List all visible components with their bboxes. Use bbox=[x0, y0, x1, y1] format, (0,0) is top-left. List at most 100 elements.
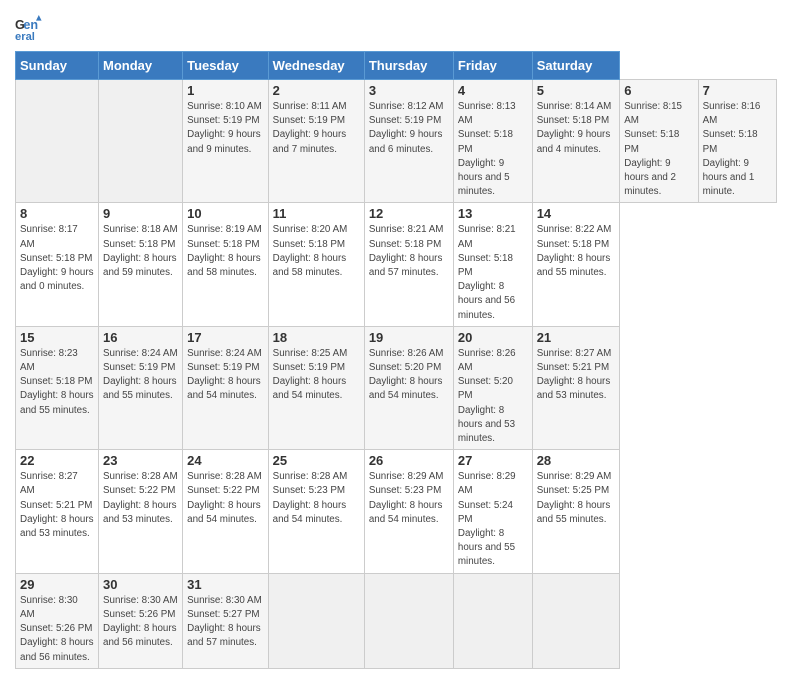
day-number: 18 bbox=[273, 330, 360, 345]
calendar-day-cell bbox=[268, 573, 364, 668]
calendar-day-cell: 29Sunrise: 8:30 AMSunset: 5:26 PMDayligh… bbox=[16, 573, 99, 668]
calendar-day-cell: 10 Sunrise: 8:19 AMSunset: 5:18 PMDayligh… bbox=[183, 203, 269, 326]
day-info: Sunrise: 8:11 AMSunset: 5:19 PMDaylight:… bbox=[273, 101, 347, 155]
day-number: 23 bbox=[103, 453, 178, 468]
day-info: Sunrise: 8:30 AMSunset: 5:26 PMDaylight:… bbox=[103, 595, 178, 649]
calendar-day-cell: 16 Sunrise: 8:24 AMSunset: 5:19 PMDayligh… bbox=[99, 326, 183, 449]
day-number: 29 bbox=[20, 577, 94, 592]
day-info: Sunrise: 8:15 AMSunset: 5:18 PMDaylight:… bbox=[624, 101, 682, 197]
calendar-day-cell: 19Sunrise: 8:26 AMSunset: 5:20 PMDayligh… bbox=[364, 326, 453, 449]
calendar-weekday-header: Saturday bbox=[532, 52, 620, 80]
day-info: Sunrise: 8:27 AMSunset: 5:21 PMDaylight:… bbox=[20, 471, 94, 539]
calendar-day-cell: 23 Sunrise: 8:28 AMSunset: 5:22 PMDayligh… bbox=[99, 450, 183, 573]
day-info: Sunrise: 8:16 AMSunset: 5:18 PMDaylight:… bbox=[703, 101, 761, 197]
day-number: 25 bbox=[273, 453, 360, 468]
calendar-weekday-header: Monday bbox=[99, 52, 183, 80]
day-info: Sunrise: 8:24 AMSunset: 5:19 PMDaylight:… bbox=[103, 348, 178, 402]
calendar-week-row: 1 Sunrise: 8:10 AMSunset: 5:19 PMDaylight… bbox=[16, 80, 777, 203]
calendar-weekday-header: Sunday bbox=[16, 52, 99, 80]
day-number: 24 bbox=[187, 453, 264, 468]
day-number: 5 bbox=[537, 83, 616, 98]
calendar-week-row: 29 Sunrise: 8:30 AMSunset: 5:26 PMDayligh… bbox=[16, 573, 777, 668]
calendar-day-cell: 15Sunrise: 8:23 AMSunset: 5:18 PMDayligh… bbox=[16, 326, 99, 449]
day-info: Sunrise: 8:13 AMSunset: 5:18 PMDaylight:… bbox=[458, 101, 516, 197]
day-info: Sunrise: 8:29 AMSunset: 5:23 PMDaylight:… bbox=[369, 471, 444, 525]
calendar-day-cell: 6 Sunrise: 8:15 AMSunset: 5:18 PMDaylight… bbox=[620, 80, 698, 203]
calendar-day-cell: 11 Sunrise: 8:20 AMSunset: 5:18 PMDayligh… bbox=[268, 203, 364, 326]
calendar-day-cell: 4 Sunrise: 8:13 AMSunset: 5:18 PMDaylight… bbox=[453, 80, 532, 203]
empty-cell bbox=[16, 80, 99, 203]
day-info: Sunrise: 8:27 AMSunset: 5:21 PMDaylight:… bbox=[537, 348, 612, 402]
calendar-day-cell: 21 Sunrise: 8:27 AMSunset: 5:21 PMDayligh… bbox=[532, 326, 620, 449]
day-number: 11 bbox=[273, 206, 360, 221]
header: G en eral bbox=[15, 10, 777, 43]
calendar-week-row: 8 Sunrise: 8:17 AMSunset: 5:18 PMDaylight… bbox=[16, 203, 777, 326]
day-number: 12 bbox=[369, 206, 449, 221]
calendar-day-cell: 25Sunrise: 8:28 AMSunset: 5:23 PMDayligh… bbox=[268, 450, 364, 573]
calendar-day-cell: 17 Sunrise: 8:24 AMSunset: 5:19 PMDayligh… bbox=[183, 326, 269, 449]
calendar-table: SundayMondayTuesdayWednesdayThursdayFrid… bbox=[15, 51, 777, 669]
day-number: 16 bbox=[103, 330, 178, 345]
day-info: Sunrise: 8:14 AMSunset: 5:18 PMDaylight:… bbox=[537, 101, 612, 155]
calendar-weekday-header: Tuesday bbox=[183, 52, 269, 80]
day-number: 30 bbox=[103, 577, 178, 592]
day-number: 17 bbox=[187, 330, 264, 345]
day-number: 13 bbox=[458, 206, 528, 221]
day-info: Sunrise: 8:18 AMSunset: 5:18 PMDaylight:… bbox=[103, 224, 178, 278]
day-number: 2 bbox=[273, 83, 360, 98]
calendar-day-cell: 31Sunrise: 8:30 AMSunset: 5:27 PMDayligh… bbox=[183, 573, 269, 668]
calendar-day-cell: 7 Sunrise: 8:16 AMSunset: 5:18 PMDaylight… bbox=[698, 80, 776, 203]
logo: G en eral bbox=[15, 15, 46, 43]
day-info: Sunrise: 8:22 AMSunset: 5:18 PMDaylight:… bbox=[537, 224, 612, 278]
day-number: 4 bbox=[458, 83, 528, 98]
day-info: Sunrise: 8:10 AMSunset: 5:19 PMDaylight:… bbox=[187, 101, 262, 155]
day-info: Sunrise: 8:25 AMSunset: 5:19 PMDaylight:… bbox=[273, 348, 348, 402]
day-info: Sunrise: 8:12 AMSunset: 5:19 PMDaylight:… bbox=[369, 101, 444, 155]
calendar-weekday-header: Thursday bbox=[364, 52, 453, 80]
svg-text:eral: eral bbox=[15, 31, 35, 43]
day-number: 7 bbox=[703, 83, 772, 98]
page-container: G en eral SundayMondayTuesdayWednesdayTh… bbox=[0, 0, 792, 674]
day-info: Sunrise: 8:20 AMSunset: 5:18 PMDaylight:… bbox=[273, 224, 348, 278]
calendar-day-cell: 18 Sunrise: 8:25 AMSunset: 5:19 PMDayligh… bbox=[268, 326, 364, 449]
calendar-day-cell: 26 Sunrise: 8:29 AMSunset: 5:23 PMDayligh… bbox=[364, 450, 453, 573]
day-number: 27 bbox=[458, 453, 528, 468]
svg-text:en: en bbox=[23, 18, 38, 32]
calendar-day-cell: 8 Sunrise: 8:17 AMSunset: 5:18 PMDaylight… bbox=[16, 203, 99, 326]
day-number: 10 bbox=[187, 206, 264, 221]
day-number: 6 bbox=[624, 83, 693, 98]
calendar-week-row: 15Sunrise: 8:23 AMSunset: 5:18 PMDayligh… bbox=[16, 326, 777, 449]
calendar-day-cell: 9 Sunrise: 8:18 AMSunset: 5:18 PMDaylight… bbox=[99, 203, 183, 326]
day-info: Sunrise: 8:24 AMSunset: 5:19 PMDaylight:… bbox=[187, 348, 262, 402]
day-info: Sunrise: 8:21 AMSunset: 5:18 PMDaylight:… bbox=[369, 224, 444, 278]
calendar-day-cell: 30 Sunrise: 8:30 AMSunset: 5:26 PMDayligh… bbox=[99, 573, 183, 668]
logo-icon: G en eral bbox=[15, 15, 43, 43]
day-number: 20 bbox=[458, 330, 528, 345]
day-number: 15 bbox=[20, 330, 94, 345]
calendar-weekday-header: Friday bbox=[453, 52, 532, 80]
calendar-day-cell: 5 Sunrise: 8:14 AMSunset: 5:18 PMDaylight… bbox=[532, 80, 620, 203]
day-info: Sunrise: 8:26 AMSunset: 5:20 PMDaylight:… bbox=[458, 348, 516, 444]
day-info: Sunrise: 8:21 AMSunset: 5:18 PMDaylight:… bbox=[458, 224, 516, 320]
day-info: Sunrise: 8:28 AMSunset: 5:22 PMDaylight:… bbox=[187, 471, 262, 525]
day-number: 26 bbox=[369, 453, 449, 468]
calendar-day-cell bbox=[453, 573, 532, 668]
calendar-weekday-header: Wednesday bbox=[268, 52, 364, 80]
calendar-week-row: 22Sunrise: 8:27 AMSunset: 5:21 PMDayligh… bbox=[16, 450, 777, 573]
calendar-body: 1 Sunrise: 8:10 AMSunset: 5:19 PMDaylight… bbox=[16, 80, 777, 669]
calendar-header-row: SundayMondayTuesdayWednesdayThursdayFrid… bbox=[16, 52, 777, 80]
day-number: 3 bbox=[369, 83, 449, 98]
day-info: Sunrise: 8:17 AMSunset: 5:18 PMDaylight:… bbox=[20, 224, 94, 292]
day-number: 1 bbox=[187, 83, 264, 98]
calendar-day-cell: 14Sunrise: 8:22 AMSunset: 5:18 PMDayligh… bbox=[532, 203, 620, 326]
day-info: Sunrise: 8:28 AMSunset: 5:22 PMDaylight:… bbox=[103, 471, 178, 525]
day-number: 31 bbox=[187, 577, 264, 592]
calendar-day-cell: 13 Sunrise: 8:21 AMSunset: 5:18 PMDayligh… bbox=[453, 203, 532, 326]
calendar-day-cell: 1 Sunrise: 8:10 AMSunset: 5:19 PMDaylight… bbox=[183, 80, 269, 203]
day-info: Sunrise: 8:19 AMSunset: 5:18 PMDaylight:… bbox=[187, 224, 262, 278]
day-number: 9 bbox=[103, 206, 178, 221]
day-number: 8 bbox=[20, 206, 94, 221]
day-number: 21 bbox=[537, 330, 616, 345]
empty-cell bbox=[99, 80, 183, 203]
calendar-day-cell: 20 Sunrise: 8:26 AMSunset: 5:20 PMDayligh… bbox=[453, 326, 532, 449]
